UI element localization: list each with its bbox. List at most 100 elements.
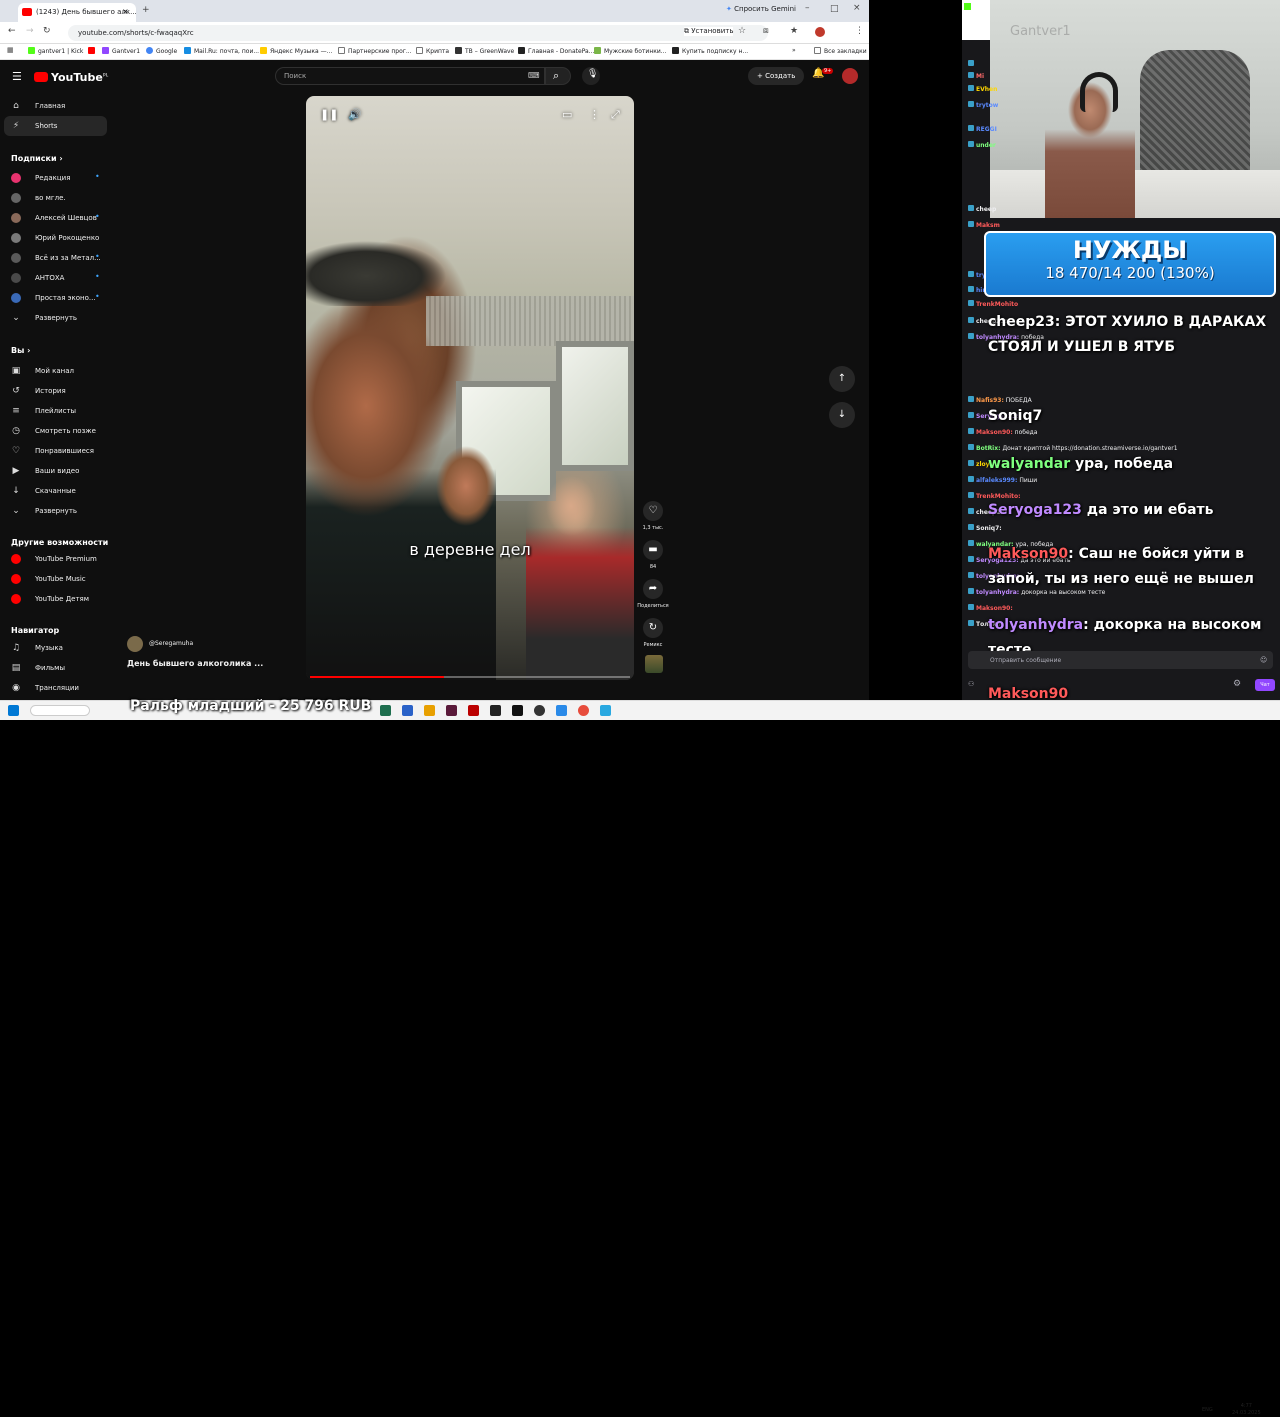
emote-icon[interactable]: ☺ bbox=[1260, 656, 1267, 664]
pause-icon[interactable]: ❚❚ bbox=[320, 108, 338, 121]
chat-username[interactable]: TrenkMohito bbox=[976, 301, 1018, 308]
sidebar-other-item[interactable]: YouTube Premium bbox=[0, 549, 110, 569]
close-window-icon[interactable]: × bbox=[853, 3, 861, 13]
voice-search-button[interactable]: 🎙 bbox=[582, 67, 600, 85]
chat-username[interactable]: Maksm bbox=[976, 222, 1000, 229]
language-indicator[interactable]: ENG bbox=[1202, 1407, 1213, 1413]
search-button[interactable]: ⌕ bbox=[545, 67, 571, 85]
bookmark-4[interactable]: Яндекс Музыка —... bbox=[260, 47, 332, 55]
chat-username[interactable]: REGGI bbox=[976, 126, 997, 133]
channel-avatar[interactable] bbox=[127, 636, 143, 652]
sidebar-subscription[interactable]: Простая эконо... • bbox=[0, 288, 110, 308]
app-icon[interactable] bbox=[556, 705, 567, 716]
chat-username[interactable]: BotRix: bbox=[976, 445, 1001, 452]
bookmark-9[interactable]: Мужские ботинки... bbox=[594, 47, 667, 55]
like-button[interactable]: ♡ 1,3 тыс. bbox=[641, 501, 665, 531]
more-options-icon[interactable]: ⋮ bbox=[589, 108, 600, 121]
url-field[interactable]: youtube.com/shorts/c-fwaqaqXrc bbox=[68, 25, 768, 41]
app-icon[interactable] bbox=[402, 705, 413, 716]
tab-youtube[interactable]: (1243) День бывшего алк... × bbox=[18, 3, 136, 22]
app-icon[interactable] bbox=[380, 705, 391, 716]
bookmark-0[interactable]: gantver1 | Kick bbox=[28, 47, 83, 55]
taskbar-clock[interactable]: 4:77 24.03.2025 bbox=[1232, 1403, 1261, 1417]
previous-short-button[interactable]: ↑ bbox=[829, 366, 855, 392]
start-icon[interactable] bbox=[8, 705, 19, 716]
chat-username[interactable]: EVhen bbox=[976, 86, 997, 93]
keyboard-icon[interactable]: ⌨ bbox=[528, 71, 540, 80]
minimize-icon[interactable]: – bbox=[805, 3, 810, 13]
install-button[interactable]: ⧉ Установить bbox=[684, 27, 734, 36]
account-avatar[interactable] bbox=[842, 68, 858, 84]
bookmark-6[interactable]: Крипта bbox=[416, 47, 449, 55]
sidebar-subscription[interactable]: во мгле. bbox=[0, 188, 110, 208]
bookmark-2[interactable]: Google bbox=[146, 47, 177, 55]
bookmark-5[interactable]: Партнерские прог... bbox=[338, 47, 412, 55]
back-icon[interactable]: ← bbox=[8, 26, 16, 36]
chat-input[interactable]: Отправить сообщение ☺ bbox=[968, 651, 1273, 669]
chat-username[interactable]: Makson90: bbox=[976, 429, 1013, 436]
sidebar-navigator-item[interactable]: ♫ Музыка bbox=[0, 638, 110, 658]
chat-username[interactable]: under bbox=[976, 142, 996, 149]
apps-icon[interactable]: ▦ bbox=[7, 46, 14, 54]
chat-send-button[interactable]: Чат bbox=[1255, 679, 1275, 691]
chat-settings-icon[interactable]: ⚙ bbox=[1233, 679, 1241, 689]
more-bookmarks-icon[interactable]: » bbox=[792, 47, 796, 54]
app-icon[interactable] bbox=[600, 705, 611, 716]
sidebar-expand-subs[interactable]: ⌄ Развернуть bbox=[0, 308, 110, 328]
bookmark-youtube[interactable] bbox=[88, 47, 98, 55]
fullscreen-icon[interactable]: ⤢ bbox=[611, 108, 620, 122]
chat-username[interactable]: Soniq7: bbox=[976, 525, 1002, 532]
app-icon[interactable] bbox=[490, 705, 501, 716]
volume-icon[interactable]: 🔊 bbox=[348, 108, 362, 121]
menu-dots-icon[interactable]: ⋮ bbox=[855, 26, 864, 36]
remix-button[interactable]: ↻ Ремикс bbox=[641, 618, 665, 648]
captions-icon[interactable]: ▭ bbox=[562, 108, 572, 121]
you-heading[interactable]: Вы › bbox=[11, 346, 30, 355]
sidebar-you-item[interactable]: ⌄ Развернуть bbox=[0, 501, 110, 521]
chrome-icon[interactable] bbox=[578, 705, 589, 716]
bookmark-8[interactable]: Главная - DonatePa... bbox=[518, 47, 594, 55]
bookmark-7[interactable]: TB – GreenWave bbox=[455, 47, 514, 55]
extensions-icon[interactable]: ⧈ bbox=[763, 26, 769, 36]
sidebar-subscription[interactable]: Всё из за Метал... • bbox=[0, 248, 110, 268]
bookmark-star-icon[interactable]: ☆ bbox=[738, 26, 746, 36]
chat-username[interactable]: Makson90: bbox=[976, 605, 1013, 612]
create-button[interactable]: + Создать bbox=[748, 67, 804, 85]
sidebar-you-item[interactable]: ≡ Плейлисты bbox=[0, 401, 110, 421]
chat-username[interactable]: trytow bbox=[976, 102, 998, 109]
sidebar-subscription[interactable]: АНТОХА • bbox=[0, 268, 110, 288]
hamburger-menu-icon[interactable]: ☰ bbox=[12, 70, 22, 83]
taskbar-search[interactable] bbox=[30, 705, 90, 716]
sidebar-you-item[interactable]: ↓ Скачанные bbox=[0, 481, 110, 501]
shorts-player[interactable]: ❚❚ 🔊 ▭ ⋮ ⤢ в деревне дел bbox=[306, 96, 634, 680]
sidebar-other-item[interactable]: YouTube Детям bbox=[0, 589, 110, 609]
sidebar-you-item[interactable]: ↺ История bbox=[0, 381, 110, 401]
app-icon[interactable] bbox=[512, 705, 523, 716]
sidebar-subscription[interactable]: Редакция • bbox=[0, 168, 110, 188]
progress-bar[interactable] bbox=[310, 676, 630, 678]
app-icon[interactable] bbox=[468, 705, 479, 716]
bookmark-3[interactable]: Mail.Ru: почта, пои... bbox=[184, 47, 259, 55]
comments-button[interactable]: ▬ 84 bbox=[641, 540, 665, 570]
sidebar-item-shorts[interactable]: ⚡ Shorts bbox=[4, 116, 107, 136]
profile-avatar[interactable] bbox=[815, 27, 825, 37]
chat-username[interactable]: cheep bbox=[976, 206, 996, 213]
sidebar-navigator-item[interactable]: ▤ Фильмы bbox=[0, 658, 110, 678]
chat-points-icon[interactable]: ⚇ bbox=[968, 680, 974, 688]
sidebar-navigator-item[interactable]: ◉ Трансляции bbox=[0, 678, 110, 698]
bookmark-10[interactable]: Купить подписку н... bbox=[672, 47, 748, 55]
channel-handle[interactable]: @Seregamuha bbox=[149, 640, 193, 647]
forward-icon[interactable]: → bbox=[26, 26, 34, 36]
video-title[interactable]: День бывшего алкоголика ... bbox=[127, 659, 263, 668]
app-icon[interactable] bbox=[446, 705, 457, 716]
maximize-icon[interactable]: □ bbox=[830, 4, 839, 14]
sidebar-you-item[interactable]: ◷ Смотреть позже bbox=[0, 421, 110, 441]
reload-icon[interactable]: ↻ bbox=[43, 26, 51, 36]
sidebar-you-item[interactable]: ▶ Ваши видео bbox=[0, 461, 110, 481]
chat-username[interactable]: Mi bbox=[976, 73, 984, 80]
app-icon[interactable] bbox=[534, 705, 545, 716]
next-short-button[interactable]: ↓ bbox=[829, 402, 855, 428]
folder-icon[interactable] bbox=[424, 705, 435, 716]
youtube-logo[interactable]: YouTubePL bbox=[34, 71, 108, 84]
all-bookmarks[interactable]: Все закладки bbox=[814, 47, 867, 55]
